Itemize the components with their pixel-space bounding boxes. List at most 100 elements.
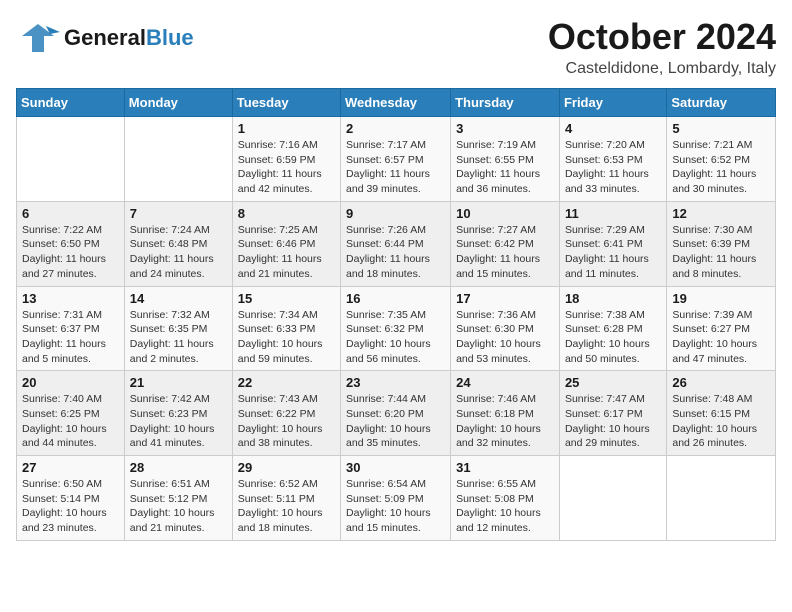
calendar-cell: 9 Sunrise: 7:26 AM Sunset: 6:44 PM Daylig… xyxy=(341,201,451,286)
logo-blue: Blue xyxy=(146,25,194,50)
calendar-cell: 1 Sunrise: 7:16 AM Sunset: 6:59 PM Daylig… xyxy=(232,117,340,202)
calendar-cell: 2 Sunrise: 7:17 AM Sunset: 6:57 PM Daylig… xyxy=(341,117,451,202)
calendar-cell: 11 Sunrise: 7:29 AM Sunset: 6:41 PM Dayli… xyxy=(559,201,666,286)
calendar-cell: 7 Sunrise: 7:24 AM Sunset: 6:48 PM Daylig… xyxy=(124,201,232,286)
day-number: 9 xyxy=(346,206,445,221)
day-number: 28 xyxy=(130,460,227,475)
day-number: 16 xyxy=(346,291,445,306)
calendar-cell xyxy=(124,117,232,202)
calendar-cell: 4Sunrise: 7:20 AM Sunset: 6:53 PM Daylig… xyxy=(559,117,666,202)
day-number: 18 xyxy=(565,291,661,306)
calendar-cell: 14 Sunrise: 7:32 AM Sunset: 6:35 PM Dayli… xyxy=(124,286,232,371)
day-info: Sunrise: 7:17 AM Sunset: 6:57 PM Dayligh… xyxy=(346,138,445,197)
day-number: 2 xyxy=(346,121,445,136)
calendar-cell: 18 Sunrise: 7:38 AM Sunset: 6:28 PM Dayli… xyxy=(559,286,666,371)
day-info: Sunrise: 7:24 AM Sunset: 6:48 PM Dayligh… xyxy=(130,223,227,282)
calendar-cell: 21 Sunrise: 7:42 AM Sunset: 6:23 PM Dayli… xyxy=(124,371,232,456)
calendar-body: 1 Sunrise: 7:16 AM Sunset: 6:59 PM Daylig… xyxy=(17,117,776,541)
weekday-header: Saturday xyxy=(667,89,776,117)
day-number: 23 xyxy=(346,375,445,390)
weekday-header: Wednesday xyxy=(341,89,451,117)
title-area: October 2024 Casteldidone, Lombardy, Ita… xyxy=(548,16,776,78)
day-info: Sunrise: 7:30 AM Sunset: 6:39 PM Dayligh… xyxy=(672,223,770,282)
day-number: 20 xyxy=(22,375,119,390)
day-number: 17 xyxy=(456,291,554,306)
day-info: Sunrise: 7:34 AM Sunset: 6:33 PM Dayligh… xyxy=(238,308,335,367)
weekday-header: Sunday xyxy=(17,89,125,117)
day-info: Sunrise: 7:16 AM Sunset: 6:59 PM Dayligh… xyxy=(238,138,335,197)
day-number: 5 xyxy=(672,121,770,136)
calendar-cell: 10Sunrise: 7:27 AM Sunset: 6:42 PM Dayli… xyxy=(451,201,560,286)
day-info: Sunrise: 7:22 AM Sunset: 6:50 PM Dayligh… xyxy=(22,223,119,282)
day-info: Sunrise: 7:44 AM Sunset: 6:20 PM Dayligh… xyxy=(346,392,445,451)
day-info: Sunrise: 7:47 AM Sunset: 6:17 PM Dayligh… xyxy=(565,392,661,451)
calendar-week-row: 13 Sunrise: 7:31 AM Sunset: 6:37 PM Dayli… xyxy=(17,286,776,371)
day-number: 19 xyxy=(672,291,770,306)
day-info: Sunrise: 7:39 AM Sunset: 6:27 PM Dayligh… xyxy=(672,308,770,367)
day-info: Sunrise: 6:52 AM Sunset: 5:11 PM Dayligh… xyxy=(238,477,335,536)
day-info: Sunrise: 7:31 AM Sunset: 6:37 PM Dayligh… xyxy=(22,308,119,367)
calendar-cell: 23 Sunrise: 7:44 AM Sunset: 6:20 PM Dayli… xyxy=(341,371,451,456)
calendar-cell: 6 Sunrise: 7:22 AM Sunset: 6:50 PM Daylig… xyxy=(17,201,125,286)
day-number: 13 xyxy=(22,291,119,306)
day-number: 30 xyxy=(346,460,445,475)
calendar-cell: 29Sunrise: 6:52 AM Sunset: 5:11 PM Dayli… xyxy=(232,456,340,541)
day-info: Sunrise: 6:50 AM Sunset: 5:14 PM Dayligh… xyxy=(22,477,119,536)
day-number: 6 xyxy=(22,206,119,221)
calendar-header: SundayMondayTuesdayWednesdayThursdayFrid… xyxy=(17,89,776,117)
day-info: Sunrise: 7:43 AM Sunset: 6:22 PM Dayligh… xyxy=(238,392,335,451)
day-info: Sunrise: 7:21 AM Sunset: 6:52 PM Dayligh… xyxy=(672,138,770,197)
day-number: 12 xyxy=(672,206,770,221)
calendar-cell: 15Sunrise: 7:34 AM Sunset: 6:33 PM Dayli… xyxy=(232,286,340,371)
day-info: Sunrise: 7:36 AM Sunset: 6:30 PM Dayligh… xyxy=(456,308,554,367)
calendar-cell: 31 Sunrise: 6:55 AM Sunset: 5:08 PM Dayli… xyxy=(451,456,560,541)
day-info: Sunrise: 7:48 AM Sunset: 6:15 PM Dayligh… xyxy=(672,392,770,451)
calendar-cell xyxy=(17,117,125,202)
day-number: 22 xyxy=(238,375,335,390)
day-number: 25 xyxy=(565,375,661,390)
day-number: 7 xyxy=(130,206,227,221)
weekday-header: Tuesday xyxy=(232,89,340,117)
day-info: Sunrise: 7:19 AM Sunset: 6:55 PM Dayligh… xyxy=(456,138,554,197)
day-info: Sunrise: 7:35 AM Sunset: 6:32 PM Dayligh… xyxy=(346,308,445,367)
day-number: 1 xyxy=(238,121,335,136)
day-number: 11 xyxy=(565,206,661,221)
calendar-cell: 28 Sunrise: 6:51 AM Sunset: 5:12 PM Dayli… xyxy=(124,456,232,541)
day-info: Sunrise: 7:38 AM Sunset: 6:28 PM Dayligh… xyxy=(565,308,661,367)
calendar-cell xyxy=(559,456,666,541)
day-number: 31 xyxy=(456,460,554,475)
day-number: 14 xyxy=(130,291,227,306)
calendar-cell: 24 Sunrise: 7:46 AM Sunset: 6:18 PM Dayli… xyxy=(451,371,560,456)
day-info: Sunrise: 7:26 AM Sunset: 6:44 PM Dayligh… xyxy=(346,223,445,282)
day-info: Sunrise: 7:25 AM Sunset: 6:46 PM Dayligh… xyxy=(238,223,335,282)
day-info: Sunrise: 7:42 AM Sunset: 6:23 PM Dayligh… xyxy=(130,392,227,451)
day-info: Sunrise: 7:32 AM Sunset: 6:35 PM Dayligh… xyxy=(130,308,227,367)
day-number: 10 xyxy=(456,206,554,221)
weekday-header: Monday xyxy=(124,89,232,117)
calendar-cell: 13 Sunrise: 7:31 AM Sunset: 6:37 PM Dayli… xyxy=(17,286,125,371)
day-number: 26 xyxy=(672,375,770,390)
calendar-cell: 5 Sunrise: 7:21 AM Sunset: 6:52 PM Daylig… xyxy=(667,117,776,202)
day-number: 4 xyxy=(565,121,661,136)
page-header: GeneralBlue October 2024 Casteldidone, L… xyxy=(16,16,776,78)
day-number: 21 xyxy=(130,375,227,390)
calendar-week-row: 27 Sunrise: 6:50 AM Sunset: 5:14 PM Dayli… xyxy=(17,456,776,541)
calendar-cell: 19 Sunrise: 7:39 AM Sunset: 6:27 PM Dayli… xyxy=(667,286,776,371)
calendar-table: SundayMondayTuesdayWednesdayThursdayFrid… xyxy=(16,88,776,541)
calendar-cell xyxy=(667,456,776,541)
logo-general: General xyxy=(64,25,146,50)
day-info: Sunrise: 7:46 AM Sunset: 6:18 PM Dayligh… xyxy=(456,392,554,451)
day-info: Sunrise: 6:55 AM Sunset: 5:08 PM Dayligh… xyxy=(456,477,554,536)
day-info: Sunrise: 7:29 AM Sunset: 6:41 PM Dayligh… xyxy=(565,223,661,282)
day-info: Sunrise: 6:51 AM Sunset: 5:12 PM Dayligh… xyxy=(130,477,227,536)
calendar-cell: 3Sunrise: 7:19 AM Sunset: 6:55 PM Daylig… xyxy=(451,117,560,202)
calendar-cell: 16 Sunrise: 7:35 AM Sunset: 6:32 PM Dayli… xyxy=(341,286,451,371)
weekday-row: SundayMondayTuesdayWednesdayThursdayFrid… xyxy=(17,89,776,117)
day-number: 27 xyxy=(22,460,119,475)
day-number: 24 xyxy=(456,375,554,390)
month-title: October 2024 xyxy=(548,16,776,58)
weekday-header: Friday xyxy=(559,89,666,117)
calendar-cell: 30 Sunrise: 6:54 AM Sunset: 5:09 PM Dayli… xyxy=(341,456,451,541)
day-info: Sunrise: 6:54 AM Sunset: 5:09 PM Dayligh… xyxy=(346,477,445,536)
calendar-week-row: 6 Sunrise: 7:22 AM Sunset: 6:50 PM Daylig… xyxy=(17,201,776,286)
